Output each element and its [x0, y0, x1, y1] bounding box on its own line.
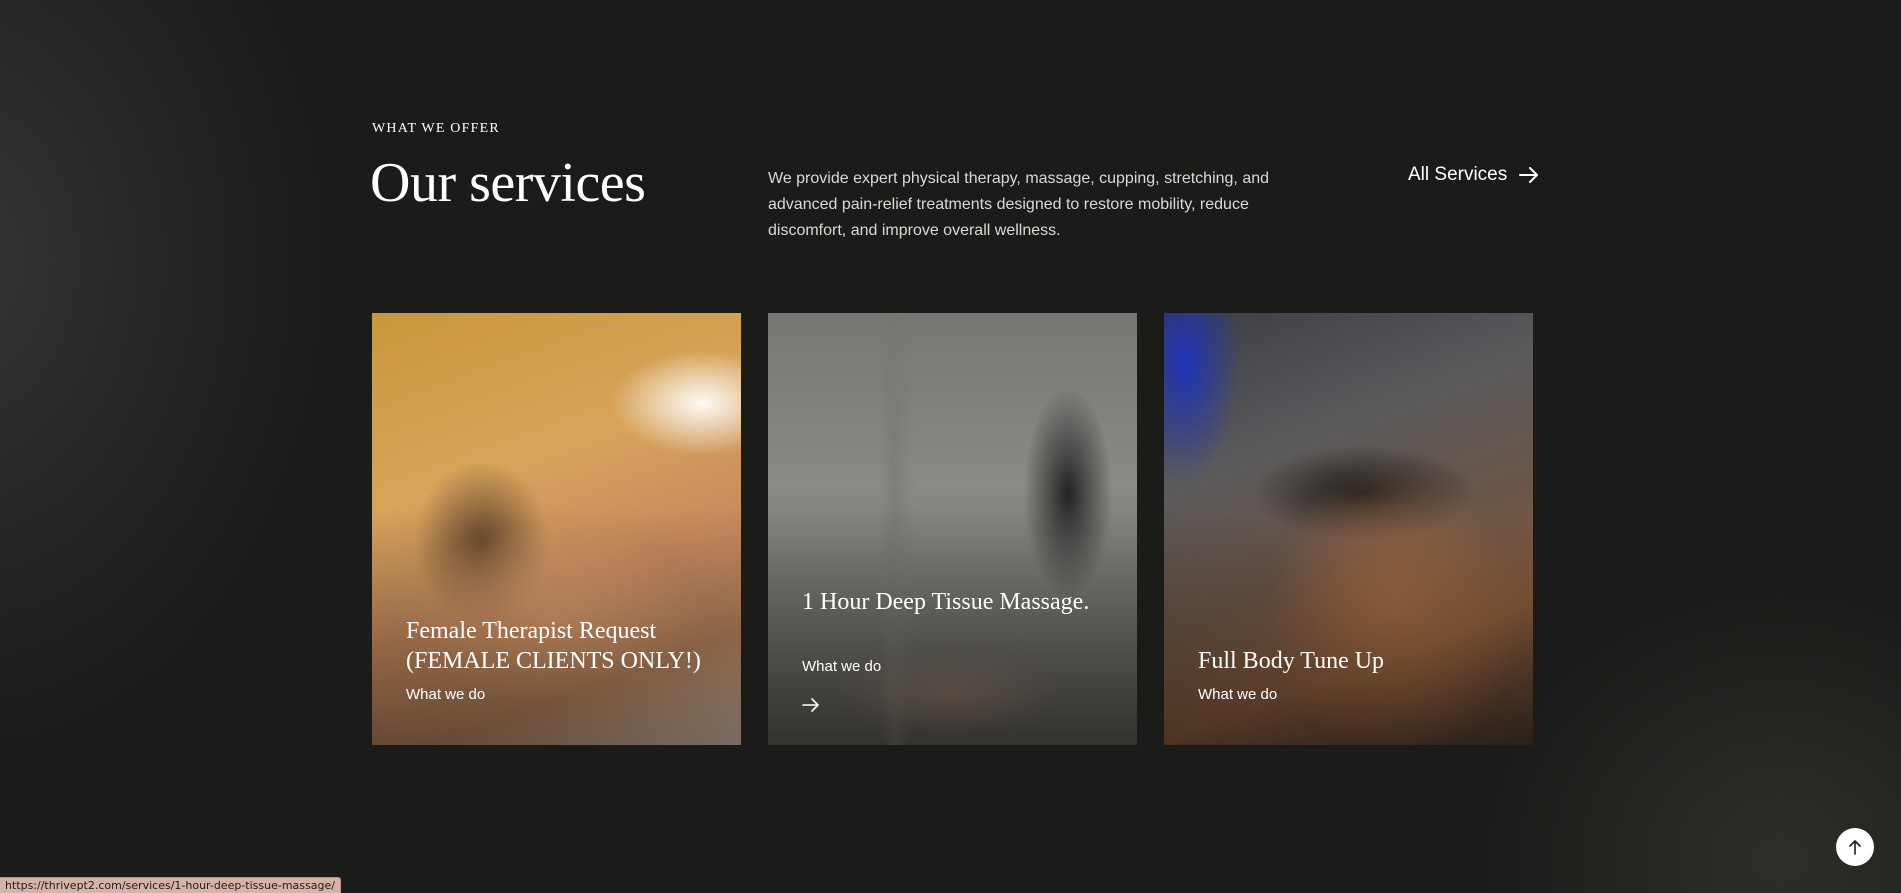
image-overlay	[1164, 313, 1533, 745]
all-services-label: All Services	[1408, 164, 1508, 185]
image-overlay	[372, 313, 741, 745]
service-card-subtitle: What we do	[406, 686, 486, 703]
service-card-deep-tissue[interactable]: 1 Hour Deep Tissue Massage. What we do	[768, 313, 1137, 745]
service-card-subtitle: What we do	[802, 658, 882, 675]
section-eyebrow: WHAT WE OFFER	[372, 121, 500, 136]
arrow-right-icon[interactable]	[802, 698, 820, 712]
service-card-subtitle: What we do	[1198, 686, 1278, 703]
all-services-link[interactable]: All Services	[1408, 164, 1539, 186]
services-section: WHAT WE OFFER Our services We provide ex…	[0, 0, 1901, 893]
service-card-title: 1 Hour Deep Tissue Massage.	[802, 589, 1090, 615]
scroll-to-top-button[interactable]	[1836, 828, 1874, 866]
arrow-up-icon	[1849, 840, 1861, 855]
image-overlay	[768, 313, 1137, 745]
section-intro: We provide expert physical therapy, mass…	[768, 170, 1270, 239]
section-title: Our services	[370, 152, 646, 214]
service-card-title: Female Therapist Request (FEMALE CLIENTS…	[406, 618, 701, 674]
service-card-full-body[interactable]: Full Body Tune Up What we do	[1164, 313, 1533, 745]
arrow-right-icon	[1519, 167, 1539, 183]
service-card-female-therapist[interactable]: Female Therapist Request (FEMALE CLIENTS…	[372, 313, 741, 745]
service-card-title: Full Body Tune Up	[1198, 648, 1385, 674]
browser-status-url: https://thrivept2.com/services/1-hour-de…	[0, 877, 341, 893]
